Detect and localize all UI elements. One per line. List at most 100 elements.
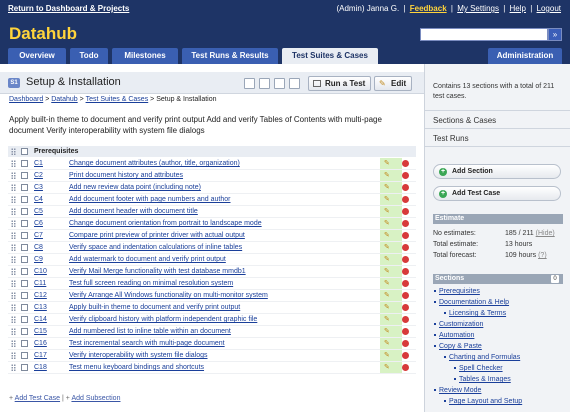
help-icon[interactable]: (?) bbox=[538, 252, 547, 259]
case-id-link[interactable]: C10 bbox=[34, 268, 47, 275]
row-checkbox[interactable] bbox=[21, 292, 28, 299]
drag-handle-icon[interactable] bbox=[11, 268, 16, 276]
case-id-link[interactable]: C9 bbox=[34, 256, 43, 263]
logout-link[interactable]: Logout bbox=[537, 4, 561, 13]
edit-pencil-icon[interactable]: ✎ bbox=[384, 316, 390, 323]
case-title-link[interactable]: Compare print preview of printer driver … bbox=[69, 232, 245, 239]
row-checkbox[interactable] bbox=[21, 328, 28, 335]
case-id-link[interactable]: C16 bbox=[34, 340, 47, 347]
case-title-link[interactable]: Add document header with document title bbox=[69, 208, 198, 215]
delete-icon[interactable] bbox=[402, 340, 409, 347]
delete-icon[interactable] bbox=[402, 268, 409, 275]
breadcrumb-dashboard[interactable]: Dashboard bbox=[9, 96, 43, 103]
add-test-case-link[interactable]: Add Test Case bbox=[15, 395, 60, 402]
case-id-link[interactable]: C18 bbox=[34, 364, 47, 371]
delete-icon[interactable] bbox=[402, 280, 409, 287]
row-checkbox[interactable] bbox=[21, 232, 28, 239]
section-tree-item[interactable]: Spell Checker bbox=[454, 365, 503, 372]
case-title-link[interactable]: Test full screen reading on minimal reso… bbox=[69, 280, 233, 287]
edit-pencil-icon[interactable]: ✎ bbox=[384, 244, 390, 251]
drag-handle-icon[interactable] bbox=[11, 352, 16, 360]
edit-pencil-icon[interactable]: ✎ bbox=[384, 232, 390, 239]
case-id-link[interactable]: C5 bbox=[34, 208, 43, 215]
drag-handle-icon[interactable] bbox=[11, 328, 16, 336]
section-tree-item[interactable]: Documentation & Help bbox=[434, 299, 509, 306]
delete-icon[interactable] bbox=[402, 304, 409, 311]
case-title-link[interactable]: Verify space and indentation calculation… bbox=[69, 244, 242, 251]
edit-pencil-icon[interactable]: ✎ bbox=[384, 160, 390, 167]
case-id-link[interactable]: C11 bbox=[34, 280, 46, 287]
case-id-link[interactable]: C4 bbox=[34, 196, 43, 203]
tab-test-runs[interactable]: Test Runs & Results bbox=[182, 48, 278, 64]
tab-todo[interactable]: Todo bbox=[70, 48, 108, 64]
delete-icon[interactable] bbox=[402, 184, 409, 191]
drag-handle-icon[interactable] bbox=[11, 196, 16, 204]
case-title-link[interactable]: Print document history and attributes bbox=[69, 172, 183, 179]
tab-test-suites[interactable]: Test Suites & Cases bbox=[282, 48, 378, 64]
section-tree-item[interactable]: Customization bbox=[434, 321, 483, 328]
case-id-link[interactable]: C2 bbox=[34, 172, 43, 179]
export-icon[interactable] bbox=[244, 78, 255, 89]
tab-overview[interactable]: Overview bbox=[8, 48, 66, 64]
section-tree-item[interactable]: Licensing & Terms bbox=[444, 310, 506, 317]
section-tree-item[interactable]: Charting and Formulas bbox=[444, 354, 520, 361]
row-checkbox[interactable] bbox=[21, 172, 28, 179]
edit-pencil-icon[interactable]: ✎ bbox=[384, 340, 390, 347]
delete-icon[interactable] bbox=[402, 244, 409, 251]
drag-handle-icon[interactable] bbox=[11, 340, 16, 348]
row-checkbox[interactable] bbox=[21, 244, 28, 251]
return-dashboard-link[interactable]: Return to Dashboard & Projects bbox=[8, 4, 129, 13]
search-input[interactable] bbox=[420, 28, 548, 41]
case-id-link[interactable]: C7 bbox=[34, 232, 43, 239]
edit-button[interactable]: ✎ Edit bbox=[374, 76, 413, 91]
edit-pencil-icon[interactable]: ✎ bbox=[384, 292, 390, 299]
section-tree-item[interactable]: Prerequisites bbox=[434, 288, 480, 295]
case-title-link[interactable]: Apply built-in theme to document and ver… bbox=[69, 304, 240, 311]
sidebar-item-test-runs[interactable]: Test Runs bbox=[433, 134, 469, 143]
edit-pencil-icon[interactable]: ✎ bbox=[384, 196, 390, 203]
delete-icon[interactable] bbox=[402, 352, 409, 359]
case-id-link[interactable]: C1 bbox=[34, 160, 43, 167]
row-checkbox[interactable] bbox=[21, 364, 28, 371]
drag-handle-icon[interactable] bbox=[11, 184, 16, 192]
edit-pencil-icon[interactable]: ✎ bbox=[384, 364, 390, 371]
add-subsection-link[interactable]: Add Subsection bbox=[71, 395, 120, 402]
help-link[interactable]: Help bbox=[510, 4, 526, 13]
row-checkbox[interactable] bbox=[21, 304, 28, 311]
drag-handle-icon[interactable] bbox=[11, 244, 16, 252]
row-checkbox[interactable] bbox=[21, 184, 28, 191]
breadcrumb-test-suites[interactable]: Test Suites & Cases bbox=[86, 96, 149, 103]
case-title-link[interactable]: Change document orientation from portrai… bbox=[69, 220, 262, 227]
row-checkbox[interactable] bbox=[21, 352, 28, 359]
delete-icon[interactable] bbox=[402, 172, 409, 179]
edit-pencil-icon[interactable]: ✎ bbox=[384, 184, 390, 191]
case-id-link[interactable]: C3 bbox=[34, 184, 43, 191]
delete-icon[interactable] bbox=[402, 292, 409, 299]
case-title-link[interactable]: Verify Mail Merge functionality with tes… bbox=[69, 268, 246, 275]
section-tree-item[interactable]: Copy & Paste bbox=[434, 343, 482, 350]
edit-pencil-icon[interactable]: ✎ bbox=[384, 256, 390, 263]
row-checkbox[interactable] bbox=[21, 220, 28, 227]
print-icon[interactable] bbox=[259, 78, 270, 89]
row-checkbox[interactable] bbox=[21, 196, 28, 203]
drag-handle-icon[interactable] bbox=[11, 304, 16, 312]
delete-icon[interactable] bbox=[402, 328, 409, 335]
row-checkbox[interactable] bbox=[21, 160, 28, 167]
my-settings-link[interactable]: My Settings bbox=[457, 4, 499, 13]
drag-handle-icon[interactable] bbox=[11, 172, 16, 180]
drag-handle-icon[interactable] bbox=[11, 160, 16, 168]
delete-icon[interactable] bbox=[402, 208, 409, 215]
sidebar-item-sections[interactable]: Sections & Cases bbox=[433, 116, 496, 125]
edit-pencil-icon[interactable]: ✎ bbox=[384, 172, 390, 179]
edit-pencil-icon[interactable]: ✎ bbox=[384, 220, 390, 227]
case-title-link[interactable]: Add watermark to document and verify pri… bbox=[69, 256, 226, 263]
section-tree-item[interactable]: Review Mode bbox=[434, 387, 481, 394]
section-tree-item[interactable]: Page Layout and Setup bbox=[444, 398, 522, 405]
select-all-checkbox[interactable] bbox=[21, 148, 28, 155]
delete-icon[interactable] bbox=[402, 232, 409, 239]
edit-pencil-icon[interactable]: ✎ bbox=[384, 268, 390, 275]
row-checkbox[interactable] bbox=[21, 208, 28, 215]
case-id-link[interactable]: C12 bbox=[34, 292, 47, 299]
case-id-link[interactable]: C8 bbox=[34, 244, 43, 251]
delete-icon[interactable] bbox=[402, 220, 409, 227]
